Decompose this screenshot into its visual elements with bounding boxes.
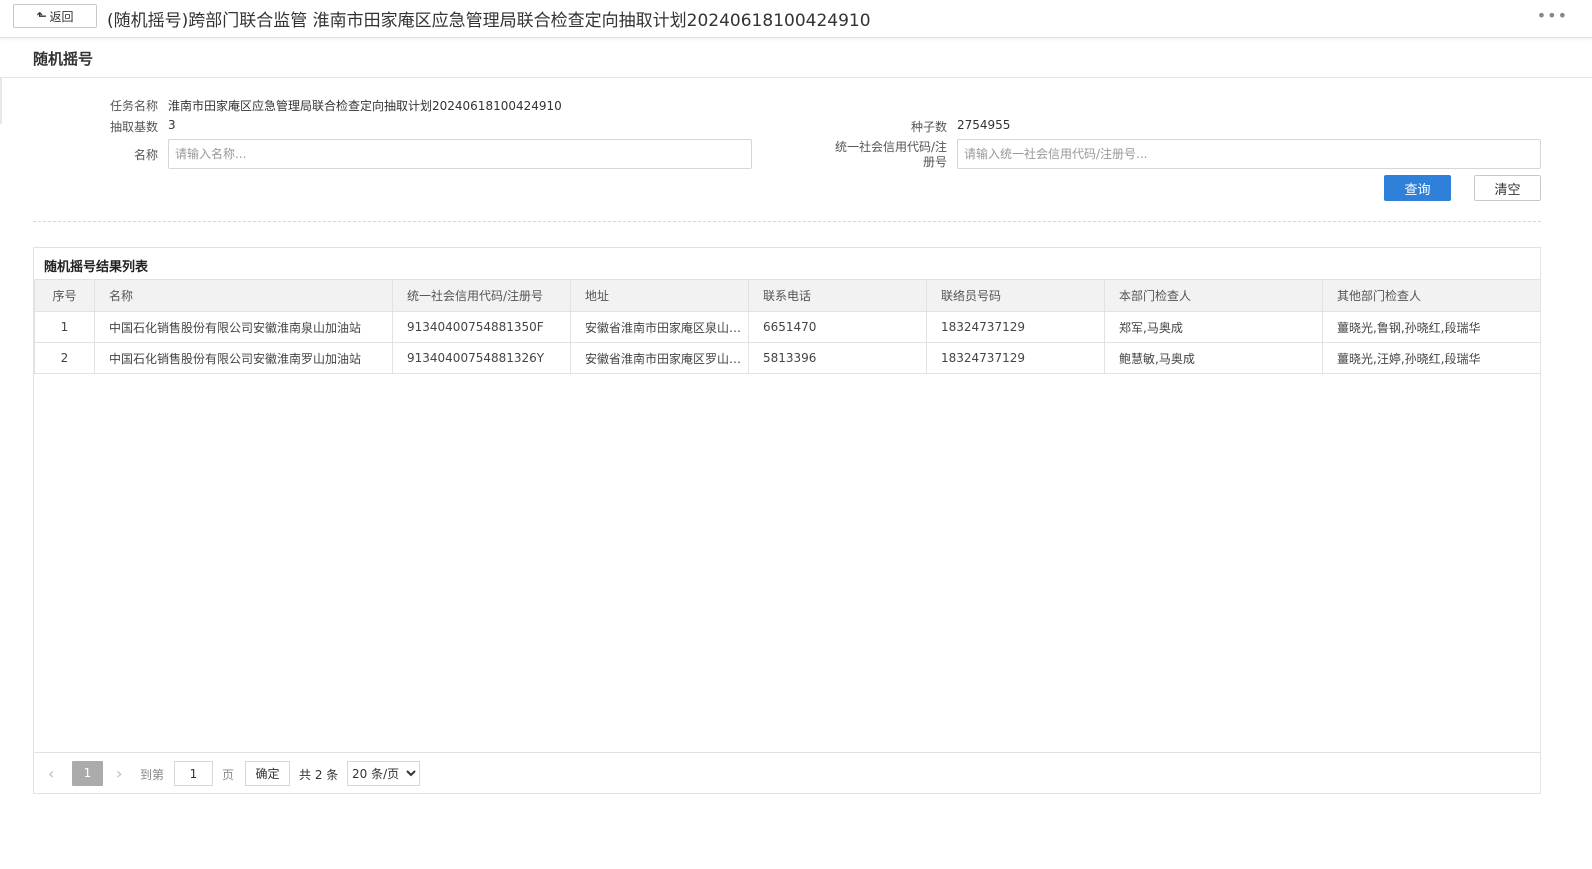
pagination: ‹ 1 › 到第 页 确定 共 2 条 20 条/页 bbox=[34, 752, 1540, 794]
page-title: (随机摇号)跨部门联合监管 淮南市田家庵区应急管理局联合检查定向抽取计划2024… bbox=[107, 11, 871, 31]
cell-index: 2 bbox=[34, 342, 95, 374]
cell-address: 安徽省淮南市田家庵区罗山加油站 bbox=[570, 342, 749, 374]
cell-address: 安徽省淮南市田家庵区泉山加油站 bbox=[570, 311, 749, 343]
cell-liaison-phone: 18324737129 bbox=[926, 342, 1105, 374]
back-button[interactable]: ⬑ 返回 bbox=[13, 4, 97, 28]
cell-other-inspectors-link[interactable]: 薑晓光,鲁钢,孙晓红,段瑞华 bbox=[1322, 311, 1541, 343]
column-header-phone[interactable]: 联系电话 bbox=[748, 279, 927, 312]
column-header-liaison-phone[interactable]: 联络员号码 bbox=[926, 279, 1105, 312]
cell-phone: 5813396 bbox=[748, 342, 927, 374]
more-icon[interactable]: ••• bbox=[1537, 6, 1568, 25]
cell-other-inspectors-link[interactable]: 薑晓光,汪婷,孙晓红,段瑞华 bbox=[1322, 342, 1541, 374]
credit-code-label-line1: 统一社会信用代码/注 bbox=[834, 140, 947, 154]
seed-label: 种子数 bbox=[910, 120, 947, 134]
base-count-label: 抽取基数 bbox=[109, 120, 158, 134]
cell-dept-inspectors: 鲍慧敏,马奥成 bbox=[1104, 342, 1323, 374]
base-count-value: 3 bbox=[168, 118, 176, 132]
cell-index: 1 bbox=[34, 311, 95, 343]
back-button-label: 返回 bbox=[49, 9, 74, 24]
name-label: 名称 bbox=[133, 148, 158, 162]
page-label: 页 bbox=[222, 768, 235, 782]
clear-button[interactable]: 清空 bbox=[1474, 175, 1541, 201]
table-header-row: 序号 名称 统一社会信用代码/注册号 地址 联系电话 联络员号码 本部门检查人 … bbox=[34, 279, 1541, 312]
column-header-name[interactable]: 名称 bbox=[94, 279, 393, 312]
divider bbox=[33, 221, 1541, 222]
section-header: 随机摇号 bbox=[0, 38, 1592, 78]
cell-dept-inspectors: 郑军,马奥成 bbox=[1104, 311, 1323, 343]
left-edge-mark bbox=[0, 78, 2, 124]
credit-code-input[interactable] bbox=[957, 139, 1541, 169]
results-title: 随机摇号结果列表 bbox=[44, 260, 149, 275]
query-button[interactable]: 查询 bbox=[1384, 175, 1451, 201]
results-panel: 随机摇号结果列表 序号 名称 统一社会信用代码/注册号 地址 联系电话 联络员号… bbox=[33, 247, 1541, 794]
name-input[interactable] bbox=[168, 139, 752, 169]
prev-page-icon[interactable]: ‹ bbox=[48, 764, 54, 783]
column-header-dept-inspectors[interactable]: 本部门检查人 bbox=[1104, 279, 1323, 312]
cell-name: 中国石化销售股份有限公司安徽淮南泉山加油站 bbox=[94, 311, 393, 343]
cell-credit-code: 91340400754881350F bbox=[392, 311, 571, 343]
credit-code-label-line2: 册号 bbox=[922, 155, 947, 169]
results-table: 序号 名称 统一社会信用代码/注册号 地址 联系电话 联络员号码 本部门检查人 … bbox=[34, 279, 1541, 374]
top-bar: ⬑ 返回 (随机摇号)跨部门联合监管 淮南市田家庵区应急管理局联合检查定向抽取计… bbox=[0, 0, 1592, 38]
total-count: 共 2 条 bbox=[299, 768, 339, 782]
goto-confirm-button[interactable]: 确定 bbox=[245, 761, 290, 786]
column-header-credit-code[interactable]: 统一社会信用代码/注册号 bbox=[392, 279, 571, 312]
section-title: 随机摇号 bbox=[33, 50, 94, 68]
cell-liaison-phone: 18324737129 bbox=[926, 311, 1105, 343]
table-row[interactable]: 2 中国石化销售股份有限公司安徽淮南罗山加油站 9134040075488132… bbox=[34, 342, 1541, 374]
task-name-value: 淮南市田家庵区应急管理局联合检查定向抽取计划20240618100424910 bbox=[168, 99, 562, 113]
cell-credit-code: 91340400754881326Y bbox=[392, 342, 571, 374]
page-number-current[interactable]: 1 bbox=[72, 761, 103, 786]
next-page-icon[interactable]: › bbox=[116, 764, 122, 783]
seed-value: 2754955 bbox=[957, 118, 1011, 132]
page-size-select[interactable]: 20 条/页 bbox=[347, 761, 420, 786]
column-header-index[interactable]: 序号 bbox=[34, 279, 95, 312]
column-header-address[interactable]: 地址 bbox=[570, 279, 749, 312]
table-row[interactable]: 1 中国石化销售股份有限公司安徽淮南泉山加油站 9134040075488135… bbox=[34, 311, 1541, 343]
credit-code-label: 统一社会信用代码/注 册号 bbox=[820, 140, 947, 170]
task-name-label: 任务名称 bbox=[109, 99, 158, 113]
cell-phone: 6651470 bbox=[748, 311, 927, 343]
column-header-other-inspectors[interactable]: 其他部门检查人 bbox=[1322, 279, 1541, 312]
goto-page-input[interactable] bbox=[174, 761, 213, 786]
back-arrow-icon: ⬑ bbox=[36, 9, 47, 23]
goto-label: 到第 bbox=[140, 768, 165, 782]
cell-name: 中国石化销售股份有限公司安徽淮南罗山加油站 bbox=[94, 342, 393, 374]
